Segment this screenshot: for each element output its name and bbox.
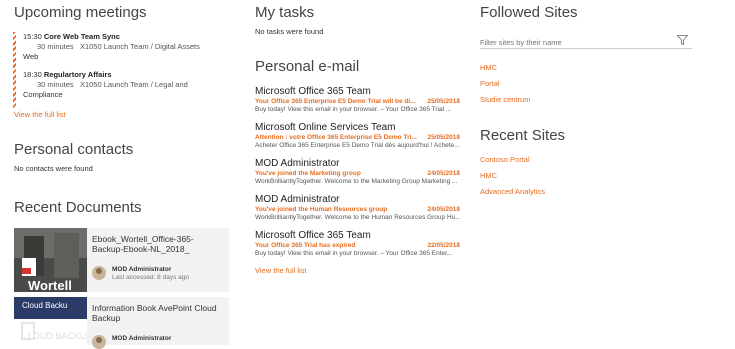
filter-icon[interactable] <box>677 35 688 45</box>
email-preview: Buy today! View this email in your brows… <box>255 106 452 113</box>
contacts-empty: No contacts were found <box>14 164 93 173</box>
meeting-item[interactable]: 18:30 Regulartory Affairs 30 minutes X10… <box>14 70 239 100</box>
meetings-view-all-link[interactable]: View the full list <box>14 110 239 119</box>
meetings-title: Upcoming meetings <box>14 4 147 21</box>
email-preview: WorkBrilliantlyTogether. Welcome to the … <box>255 178 458 185</box>
email-item[interactable]: Microsoft Online Services Team Attention… <box>255 122 460 150</box>
tasks-empty: No tasks were found <box>255 27 324 36</box>
email-item[interactable]: Microsoft Office 365 Team Your Office 36… <box>255 86 460 114</box>
email-subject: You've joined the Human Resources group <box>255 206 388 213</box>
meeting-location-cont: Compliance <box>23 90 63 99</box>
right-column: Followed Sites HMC Portal Studie centrum… <box>480 0 705 203</box>
documents-title: Recent Documents <box>14 199 142 216</box>
meeting-title: Core Web Team Sync <box>43 32 120 41</box>
meeting-item[interactable]: 15:30 Core Web Team Sync 30 minutes X105… <box>14 32 239 62</box>
email-item[interactable]: Microsoft Office 365 Team Your Office 36… <box>255 230 460 258</box>
email-subject: You've joined the Marketing group <box>255 170 361 177</box>
email-title: Personal e-mail <box>255 58 360 75</box>
email-sender: Microsoft Office 365 Team <box>255 230 371 241</box>
recent-site-link[interactable]: Contoso Portal <box>480 155 705 165</box>
user-avatar <box>92 266 106 280</box>
meeting-indicator <box>13 32 16 108</box>
meeting-details: 30 minutes X1050 Launch Team / Legal and <box>37 80 188 89</box>
meeting-time: 18:30 <box>23 70 42 79</box>
thumbnail-text: Wortell <box>28 278 72 292</box>
user-name: MOD Administrator <box>112 335 172 342</box>
email-preview: WorkBrilliantlyTogether. Welcome to the … <box>255 214 460 221</box>
email-date: 25/05/2018 <box>427 98 460 105</box>
email-item[interactable]: MOD Administrator You've joined the Mark… <box>255 158 460 186</box>
document-thumbnail: Wortell <box>14 228 87 292</box>
email-sender: Microsoft Office 365 Team <box>255 86 371 97</box>
email-date: 24/05/2018 <box>427 170 460 177</box>
user-name: MOD Administrator <box>112 266 172 273</box>
user-avatar <box>92 335 106 349</box>
email-preview: Buy today! View this email in your brows… <box>255 250 453 257</box>
email-date: 24/05/2018 <box>427 206 460 213</box>
recent-site-link[interactable]: Advanced Analytics <box>480 187 705 197</box>
email-item[interactable]: MOD Administrator You've joined the Huma… <box>255 194 460 222</box>
email-sender: MOD Administrator <box>255 158 340 169</box>
followed-sites-list: HMC Portal Studie centrum <box>480 63 705 105</box>
email-preview: Acheter Office 365 Enterprise E5 Demo Tr… <box>255 142 460 149</box>
left-column: Upcoming meetings 15:30 Core Web Team Sy… <box>13 0 239 217</box>
site-filter-input[interactable] <box>480 35 660 50</box>
thumbnail-text: Cloud Backu <box>22 301 68 310</box>
document-card[interactable]: Wortell Ebook_Wortell_Office-365-Backup-… <box>14 228 229 292</box>
document-title: Ebook_Wortell_Office-365-Backup-Ebook-NL… <box>92 234 194 254</box>
followed-site-link[interactable]: Portal <box>480 79 705 89</box>
tasks-title: My tasks <box>255 4 315 21</box>
followed-sites-title: Followed Sites <box>480 4 578 21</box>
email-sender: MOD Administrator <box>255 194 340 205</box>
email-date: 22/05/2018 <box>427 242 460 249</box>
document-title: Information Book AvePoint Cloud Backup <box>92 303 217 323</box>
email-subject: Your Office 365 Enterprise E5 Demo Trial… <box>255 98 416 105</box>
document-thumbnail: Cloud Backu LOUD BACKU <box>14 297 87 345</box>
document-last-accessed: Last accessed: 8 days ago <box>112 274 189 281</box>
document-card[interactable]: Cloud Backu LOUD BACKU Information Book … <box>14 297 229 349</box>
contacts-title: Personal contacts <box>14 141 134 158</box>
meeting-time: 15:30 <box>23 32 42 41</box>
recent-sites-list: Contoso Portal HMC Advanced Analytics <box>480 155 705 197</box>
meeting-details: 30 minutes X1050 Launch Team / Digital A… <box>37 42 200 51</box>
email-date: 25/05/2018 <box>427 134 460 141</box>
followed-site-link[interactable]: HMC <box>480 63 705 73</box>
meeting-location-cont: Web <box>23 52 39 61</box>
recent-sites-title: Recent Sites <box>480 127 566 144</box>
meetings-list: 15:30 Core Web Team Sync 30 minutes X105… <box>13 32 239 108</box>
recent-site-link[interactable]: HMC <box>480 171 705 181</box>
email-sender: Microsoft Online Services Team <box>255 122 396 133</box>
meeting-title: Regulartory Affairs <box>43 70 112 79</box>
email-subject: Attention : votre Office 365 Enterprise … <box>255 134 417 141</box>
thumbnail-text-2: LOUD BACKU <box>28 331 87 341</box>
email-subject: Your Office 365 Trial has expired <box>255 242 356 249</box>
email-view-all-link[interactable]: View the full list <box>255 266 460 275</box>
middle-column: My tasks No tasks were found Personal e-… <box>255 0 460 275</box>
followed-site-link[interactable]: Studie centrum <box>480 95 705 105</box>
site-filter <box>480 32 692 50</box>
